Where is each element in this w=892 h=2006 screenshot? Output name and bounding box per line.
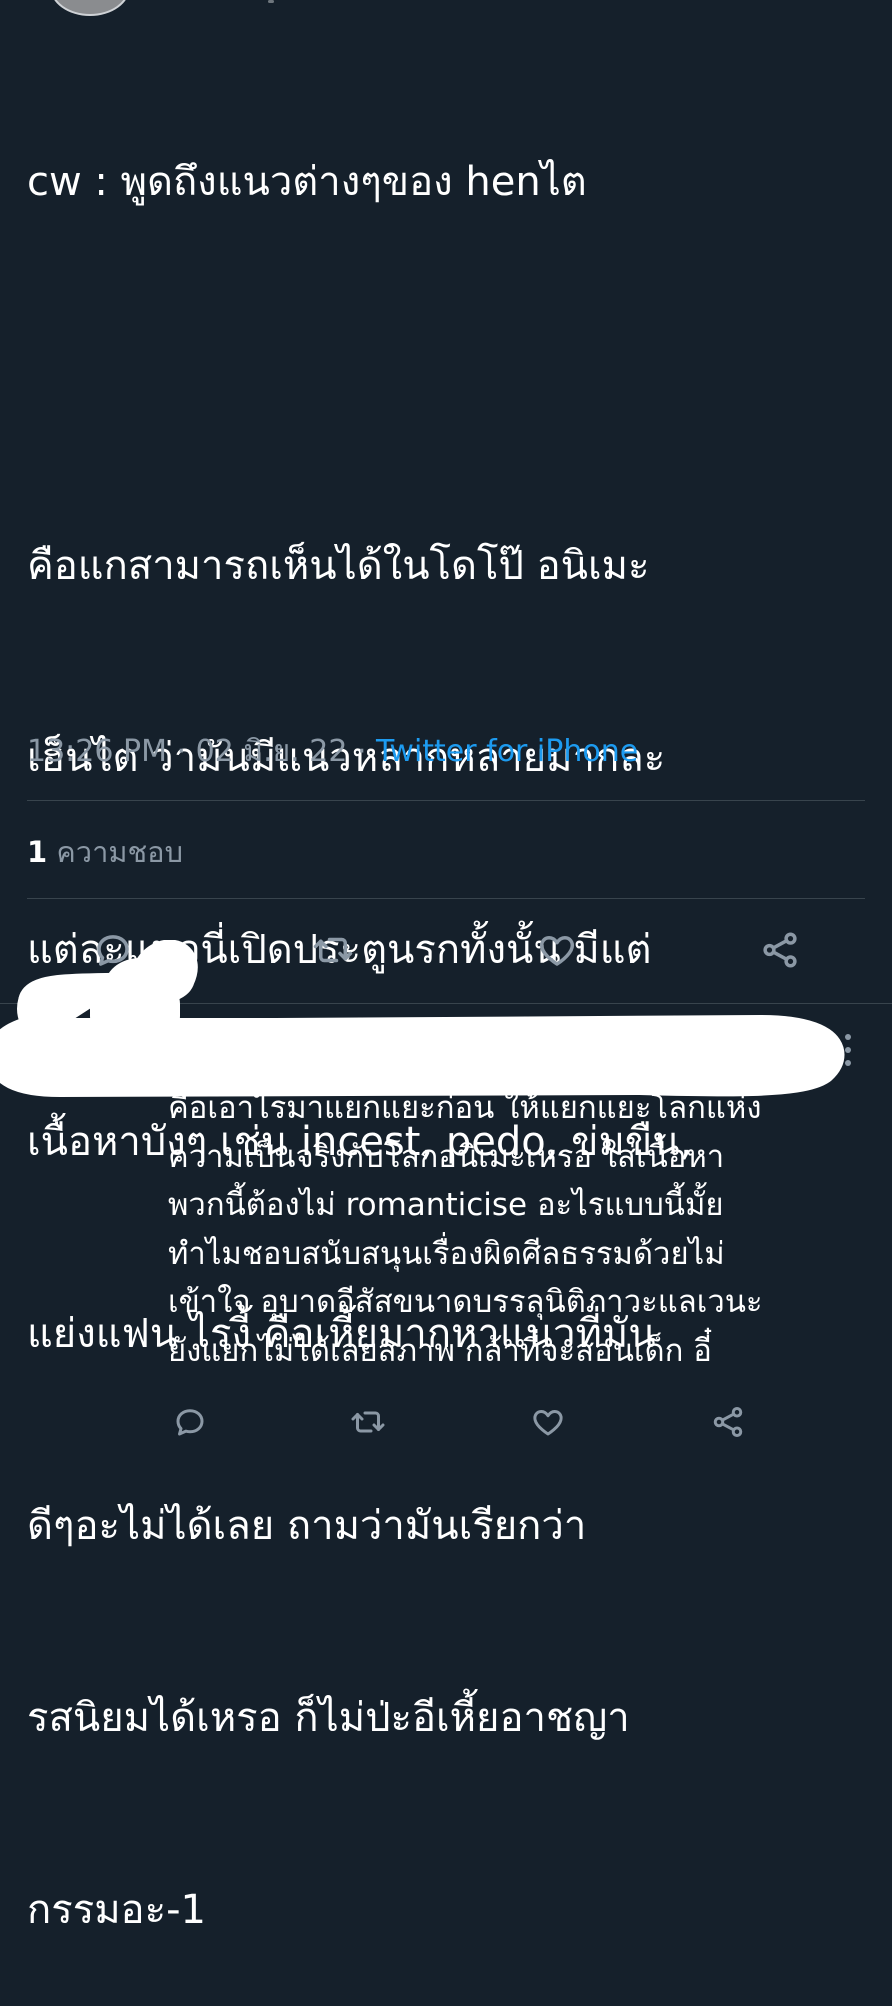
reply-line: พวกนี้ต้องไม่ romanticise อะไรแบบนี้มั้ย bbox=[168, 1187, 724, 1223]
divider bbox=[27, 898, 865, 899]
tweet-date: 02 มิ.ย. 22 bbox=[195, 734, 348, 769]
reply-line: ทำไมชอบสนับสนุนเรื่องผิดศีลธรรมด้วยไม่ bbox=[168, 1235, 725, 1272]
retweet-icon bbox=[351, 1411, 385, 1433]
reply-line: ยังแยกไม่ได้เลยสภาพ กล้าที่จะสอนเด็ก อี๋ bbox=[168, 1332, 712, 1369]
heart-icon bbox=[533, 1410, 563, 1436]
handle-fragment bbox=[268, 0, 274, 3]
reply-line: คือเอาไรมาแยกแยะก่อน ให้แยกแยะโลกแห่ง bbox=[168, 1090, 762, 1126]
avatar[interactable] bbox=[50, 0, 130, 16]
reply-like-button[interactable] bbox=[524, 1398, 572, 1446]
tweet-source-link[interactable]: Twitter for iPhone bbox=[376, 734, 638, 769]
meta-separator: · bbox=[347, 734, 377, 769]
tweet-time: 13:26 PM bbox=[27, 734, 167, 769]
tweet-line: รสนิยมได้เหรอ ก็ไม่ป่ะอีเหี้ยอาชญา bbox=[27, 1695, 630, 1741]
reply-line: เข้าใจ อุบาดอีสัสขนาดบรรลุนิติภาวะแลเวนะ bbox=[168, 1284, 763, 1320]
divider bbox=[27, 800, 865, 801]
tweet-line: ดีๆอะไม่ได้เลย ถามว่ามันเรียกว่า bbox=[27, 1503, 587, 1549]
likes-label: ความชอบ bbox=[47, 835, 183, 869]
likes-row[interactable]: 1 ความชอบ bbox=[27, 832, 183, 872]
tweet-metadata: 13:26 PM · 02 มิ.ย. 22 · Twitter for iPh… bbox=[27, 730, 638, 774]
reply-icon bbox=[176, 1409, 204, 1436]
share-icon bbox=[713, 1407, 743, 1437]
reply-line: ความเป็นจริงกับโลกอนิเมะเหรอ ใส่เนื้อหา bbox=[168, 1138, 725, 1175]
tweet-line: cw : พูดถึงแนวต่างๆของ henไต bbox=[27, 159, 587, 205]
likes-count: 1 bbox=[27, 835, 48, 869]
tweet-line: คือแกสามารถเห็นได้ในโดโป๊ อนิเมะ bbox=[27, 543, 650, 589]
reply-retweet-button[interactable] bbox=[344, 1398, 392, 1446]
reply-share-button[interactable] bbox=[704, 1398, 752, 1446]
reply-text: คือเอาไรมาแยกแยะก่อน ให้แยกแยะโลกแห่ง คว… bbox=[168, 1084, 868, 1375]
more-icon[interactable] bbox=[838, 1030, 858, 1070]
tweet-line: กรรมอะ-1 bbox=[27, 1887, 206, 1933]
reply-reply-button[interactable] bbox=[166, 1398, 214, 1446]
meta-separator: · bbox=[166, 734, 196, 769]
